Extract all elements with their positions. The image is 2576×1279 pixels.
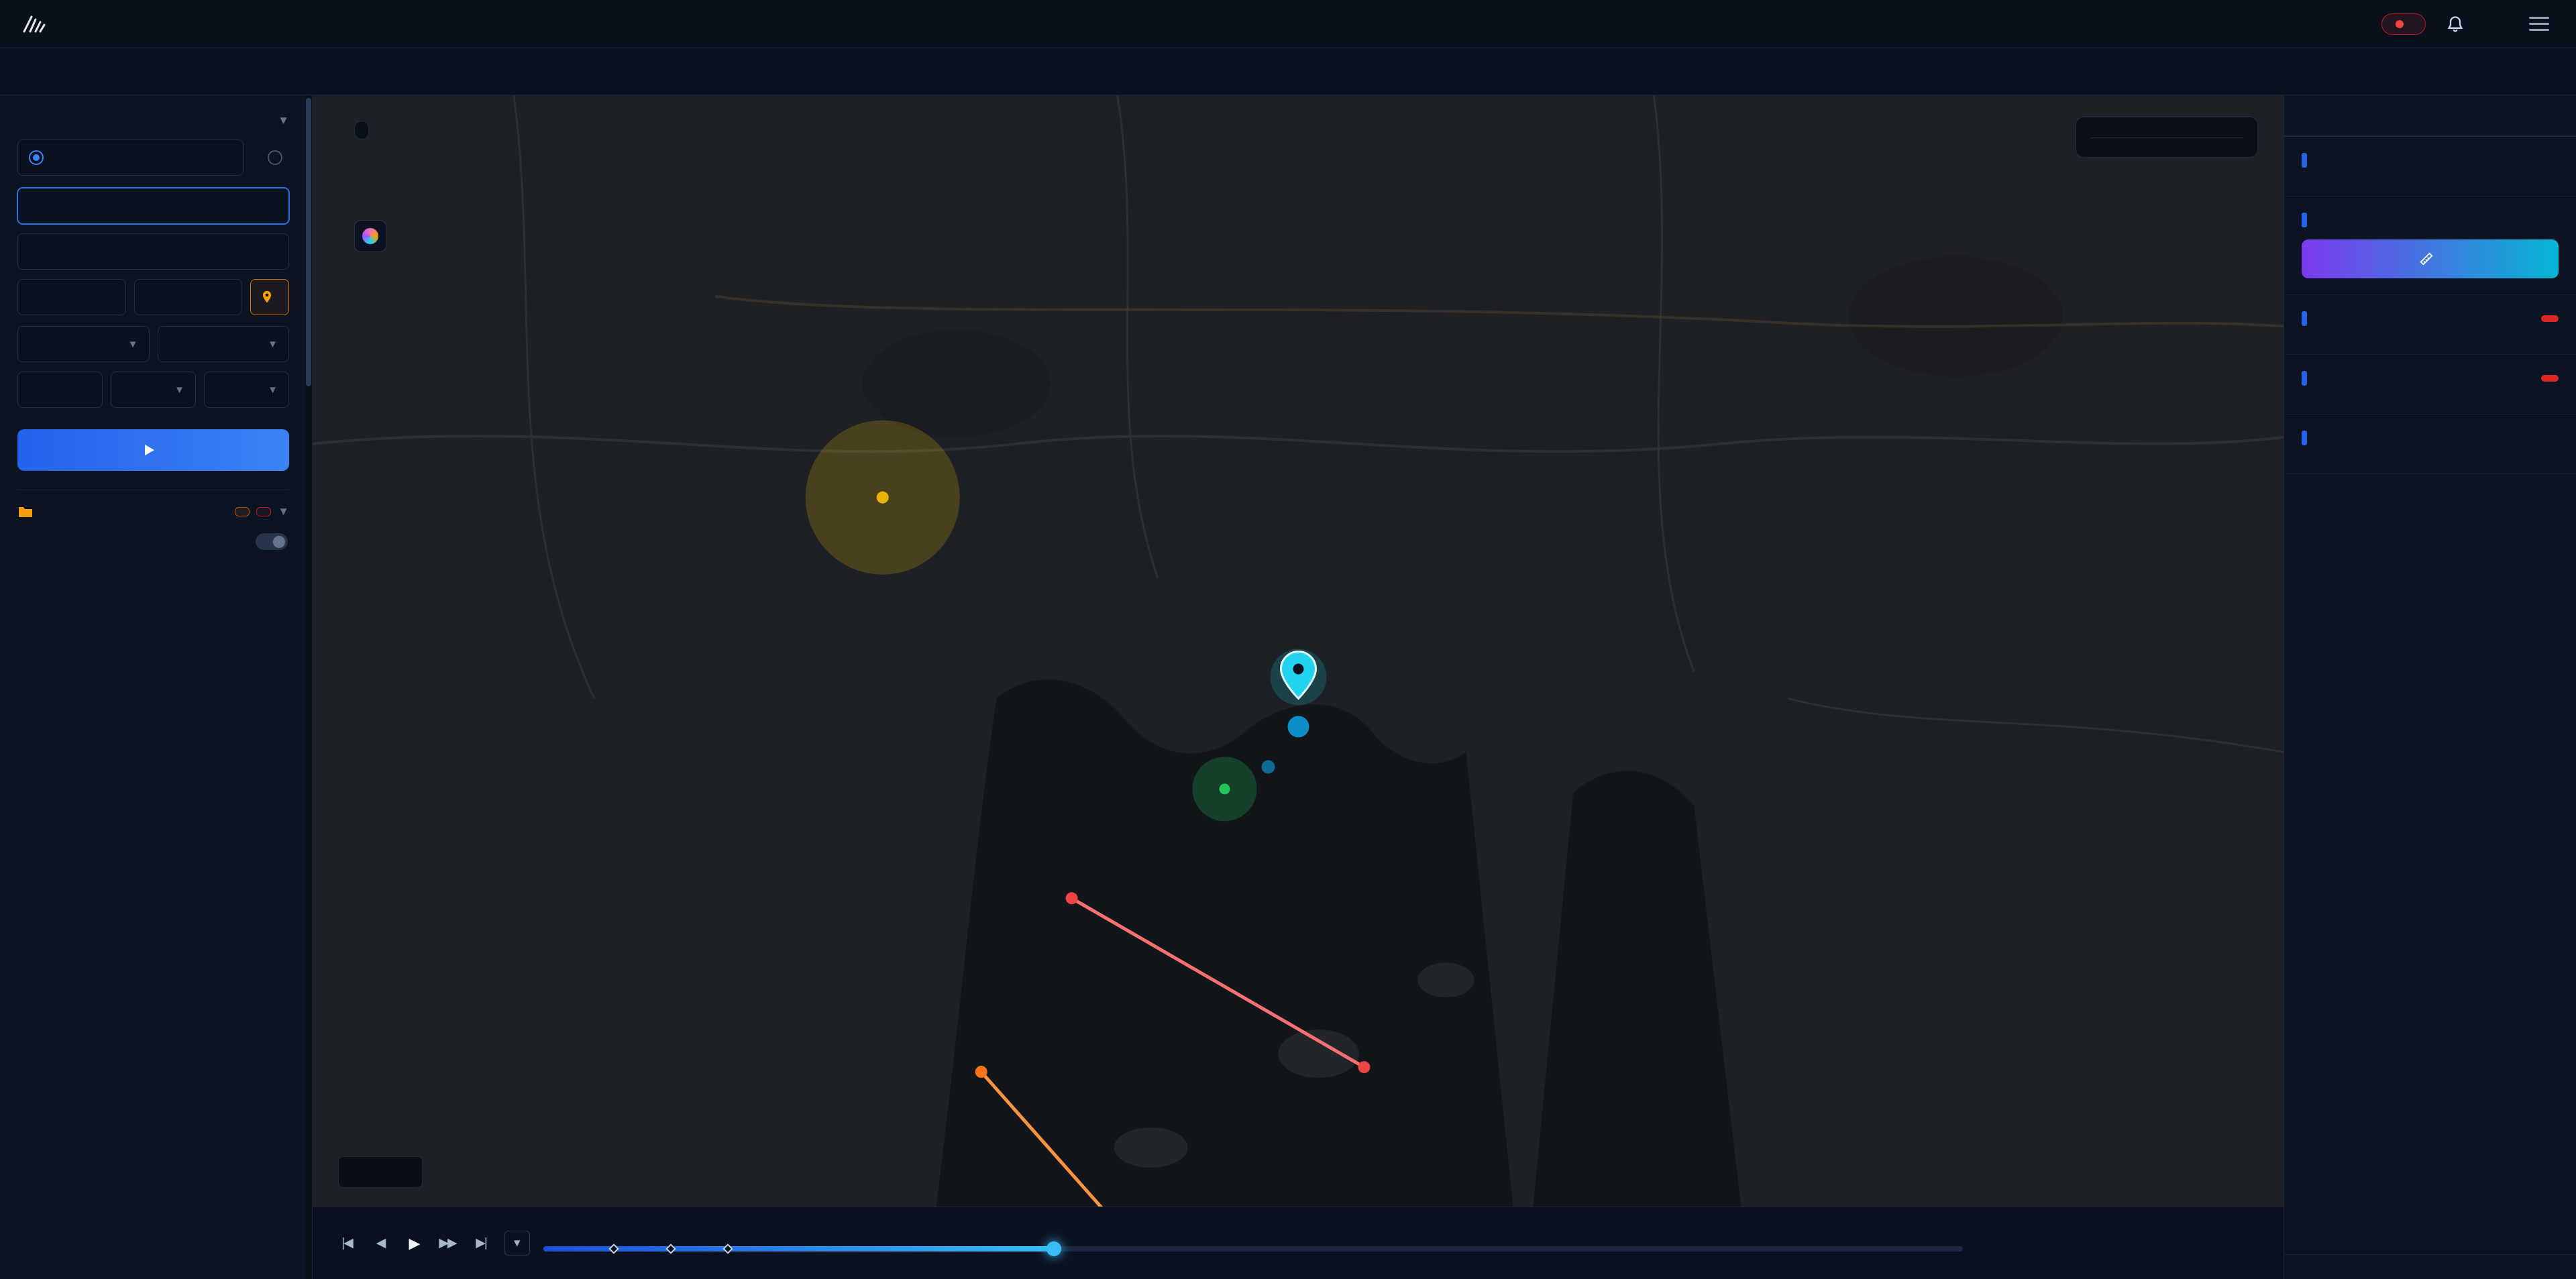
incident-dot-icon — [2396, 20, 2404, 28]
brand — [23, 14, 56, 34]
forecast-summary-card — [2284, 355, 2576, 414]
unit-select[interactable]: ▼ — [111, 372, 196, 408]
main-area: ▼ ▼ ▼ — [0, 95, 2576, 1279]
weathering-card — [2284, 414, 2576, 474]
card-bullet — [2302, 213, 2307, 227]
timeline-track-area — [543, 1207, 1963, 1279]
chevron-down-icon: ▼ — [128, 339, 138, 350]
map-legend — [2076, 117, 2258, 158]
timeline-track[interactable] — [543, 1246, 1963, 1252]
analysis-panel — [2284, 95, 2576, 1279]
radio-image-upload[interactable] — [268, 140, 289, 176]
timeline-readout — [1976, 1241, 2265, 1246]
skip-start-button[interactable]: |◀ — [331, 1229, 362, 1258]
display-control-card — [2284, 137, 2576, 197]
run-prediction-button[interactable] — [17, 429, 289, 471]
pick-on-map-button[interactable] — [250, 279, 289, 315]
pollution-status-card — [2284, 295, 2576, 355]
analysis-panel-title — [2284, 95, 2576, 137]
map-status-bar — [338, 1156, 423, 1188]
incident-list-input[interactable] — [17, 233, 289, 270]
tab-bar — [0, 48, 2576, 95]
scrollbar-thumb[interactable] — [306, 98, 311, 386]
timeline-event-marker[interactable] — [609, 1243, 620, 1254]
playback-controls: |◀ ◀ ▶ ▶▶ ▶| ▾ — [331, 1229, 530, 1258]
map[interactable] — [313, 95, 2284, 1207]
analysis-panel-body — [2284, 137, 2576, 1254]
layers-all-on-button[interactable] — [235, 507, 250, 516]
risk-badge — [2541, 375, 2559, 382]
fence-endpoint[interactable] — [975, 1066, 987, 1078]
weather-info-box — [354, 121, 369, 140]
accident-marker[interactable] — [1271, 649, 1327, 706]
radio-dot-icon — [29, 150, 44, 165]
timeline-event-marker[interactable] — [722, 1243, 733, 1254]
input-mode-radios — [17, 140, 289, 176]
left-sidebar: ▼ ▼ ▼ — [0, 95, 313, 1279]
spill-type-select[interactable]: ▼ — [17, 326, 150, 362]
aquafarm-center-dot — [1220, 783, 1230, 794]
layers-all-off-button[interactable] — [256, 507, 271, 516]
duration-select[interactable]: ▼ — [204, 372, 289, 408]
polygon-analysis-button[interactable] — [2302, 239, 2559, 278]
chevron-down-icon: ▼ — [174, 384, 184, 396]
map-style-button[interactable] — [354, 220, 386, 252]
risk-badge — [2541, 315, 2559, 322]
skip-end-button[interactable]: ▶| — [466, 1229, 496, 1258]
pollution-analysis-card — [2284, 197, 2576, 295]
top-nav — [0, 0, 2576, 48]
legend-divider — [2091, 137, 2243, 138]
map-column: |◀ ◀ ▶ ▶▶ ▶| ▾ — [313, 95, 2284, 1279]
card-bullet — [2302, 371, 2307, 386]
hamburger-menu-icon[interactable] — [2525, 13, 2553, 35]
radio-direct-input[interactable] — [17, 140, 244, 176]
oil-type-select[interactable]: ▼ — [158, 326, 290, 362]
radio-dot-icon — [268, 150, 282, 165]
sidebar-scrollbar[interactable] — [305, 95, 312, 1279]
timeline-bar: |◀ ◀ ▶ ▶▶ ▶| ▾ — [313, 1207, 2284, 1279]
map-pin-icon — [262, 290, 272, 304]
incident-status-badge[interactable] — [2381, 13, 2426, 35]
ruler-icon — [2419, 252, 2434, 266]
collapse-arrow-icon[interactable]: ▼ — [278, 114, 289, 127]
folder-icon — [17, 505, 34, 518]
play-button[interactable]: ▶ — [398, 1229, 429, 1258]
timeline-handle[interactable] — [1046, 1241, 1061, 1256]
card-bullet — [2302, 431, 2307, 445]
timeline-progress — [543, 1246, 1055, 1252]
chevron-down-icon: ▼ — [268, 339, 278, 350]
collapse-arrow-icon[interactable]: ▼ — [278, 505, 289, 518]
beach-point[interactable] — [1288, 716, 1309, 737]
chevron-down-icon: ▼ — [268, 384, 278, 396]
panel-action-bar — [2284, 1254, 2576, 1279]
app: ▼ ▼ ▼ — [0, 0, 2576, 1279]
timeline-event-marker[interactable] — [665, 1243, 676, 1254]
play-icon — [142, 443, 156, 457]
notification-bell-icon[interactable] — [2446, 15, 2465, 34]
latitude-input[interactable] — [17, 279, 126, 315]
fast-forward-button[interactable]: ▶▶ — [432, 1229, 463, 1258]
master-layer-toggle[interactable] — [256, 533, 288, 550]
palette-icon — [362, 228, 378, 244]
wetland-center-dot — [877, 492, 889, 504]
fence-endpoint[interactable] — [1066, 892, 1078, 904]
nav-right — [2381, 13, 2553, 35]
wing-logo-icon — [23, 14, 46, 34]
fence-endpoint[interactable] — [1358, 1061, 1370, 1073]
master-layer-row — [17, 528, 289, 561]
card-bullet — [2302, 311, 2307, 326]
map-canvas[interactable] — [313, 95, 2284, 1207]
step-back-button[interactable]: ◀ — [365, 1229, 396, 1258]
amount-input[interactable] — [17, 372, 103, 408]
layers-header: ▼ — [17, 490, 289, 528]
longitude-input[interactable] — [134, 279, 243, 315]
card-bullet — [2302, 153, 2307, 168]
speed-selector[interactable]: ▾ — [504, 1231, 530, 1256]
incident-name-input[interactable] — [17, 188, 289, 224]
